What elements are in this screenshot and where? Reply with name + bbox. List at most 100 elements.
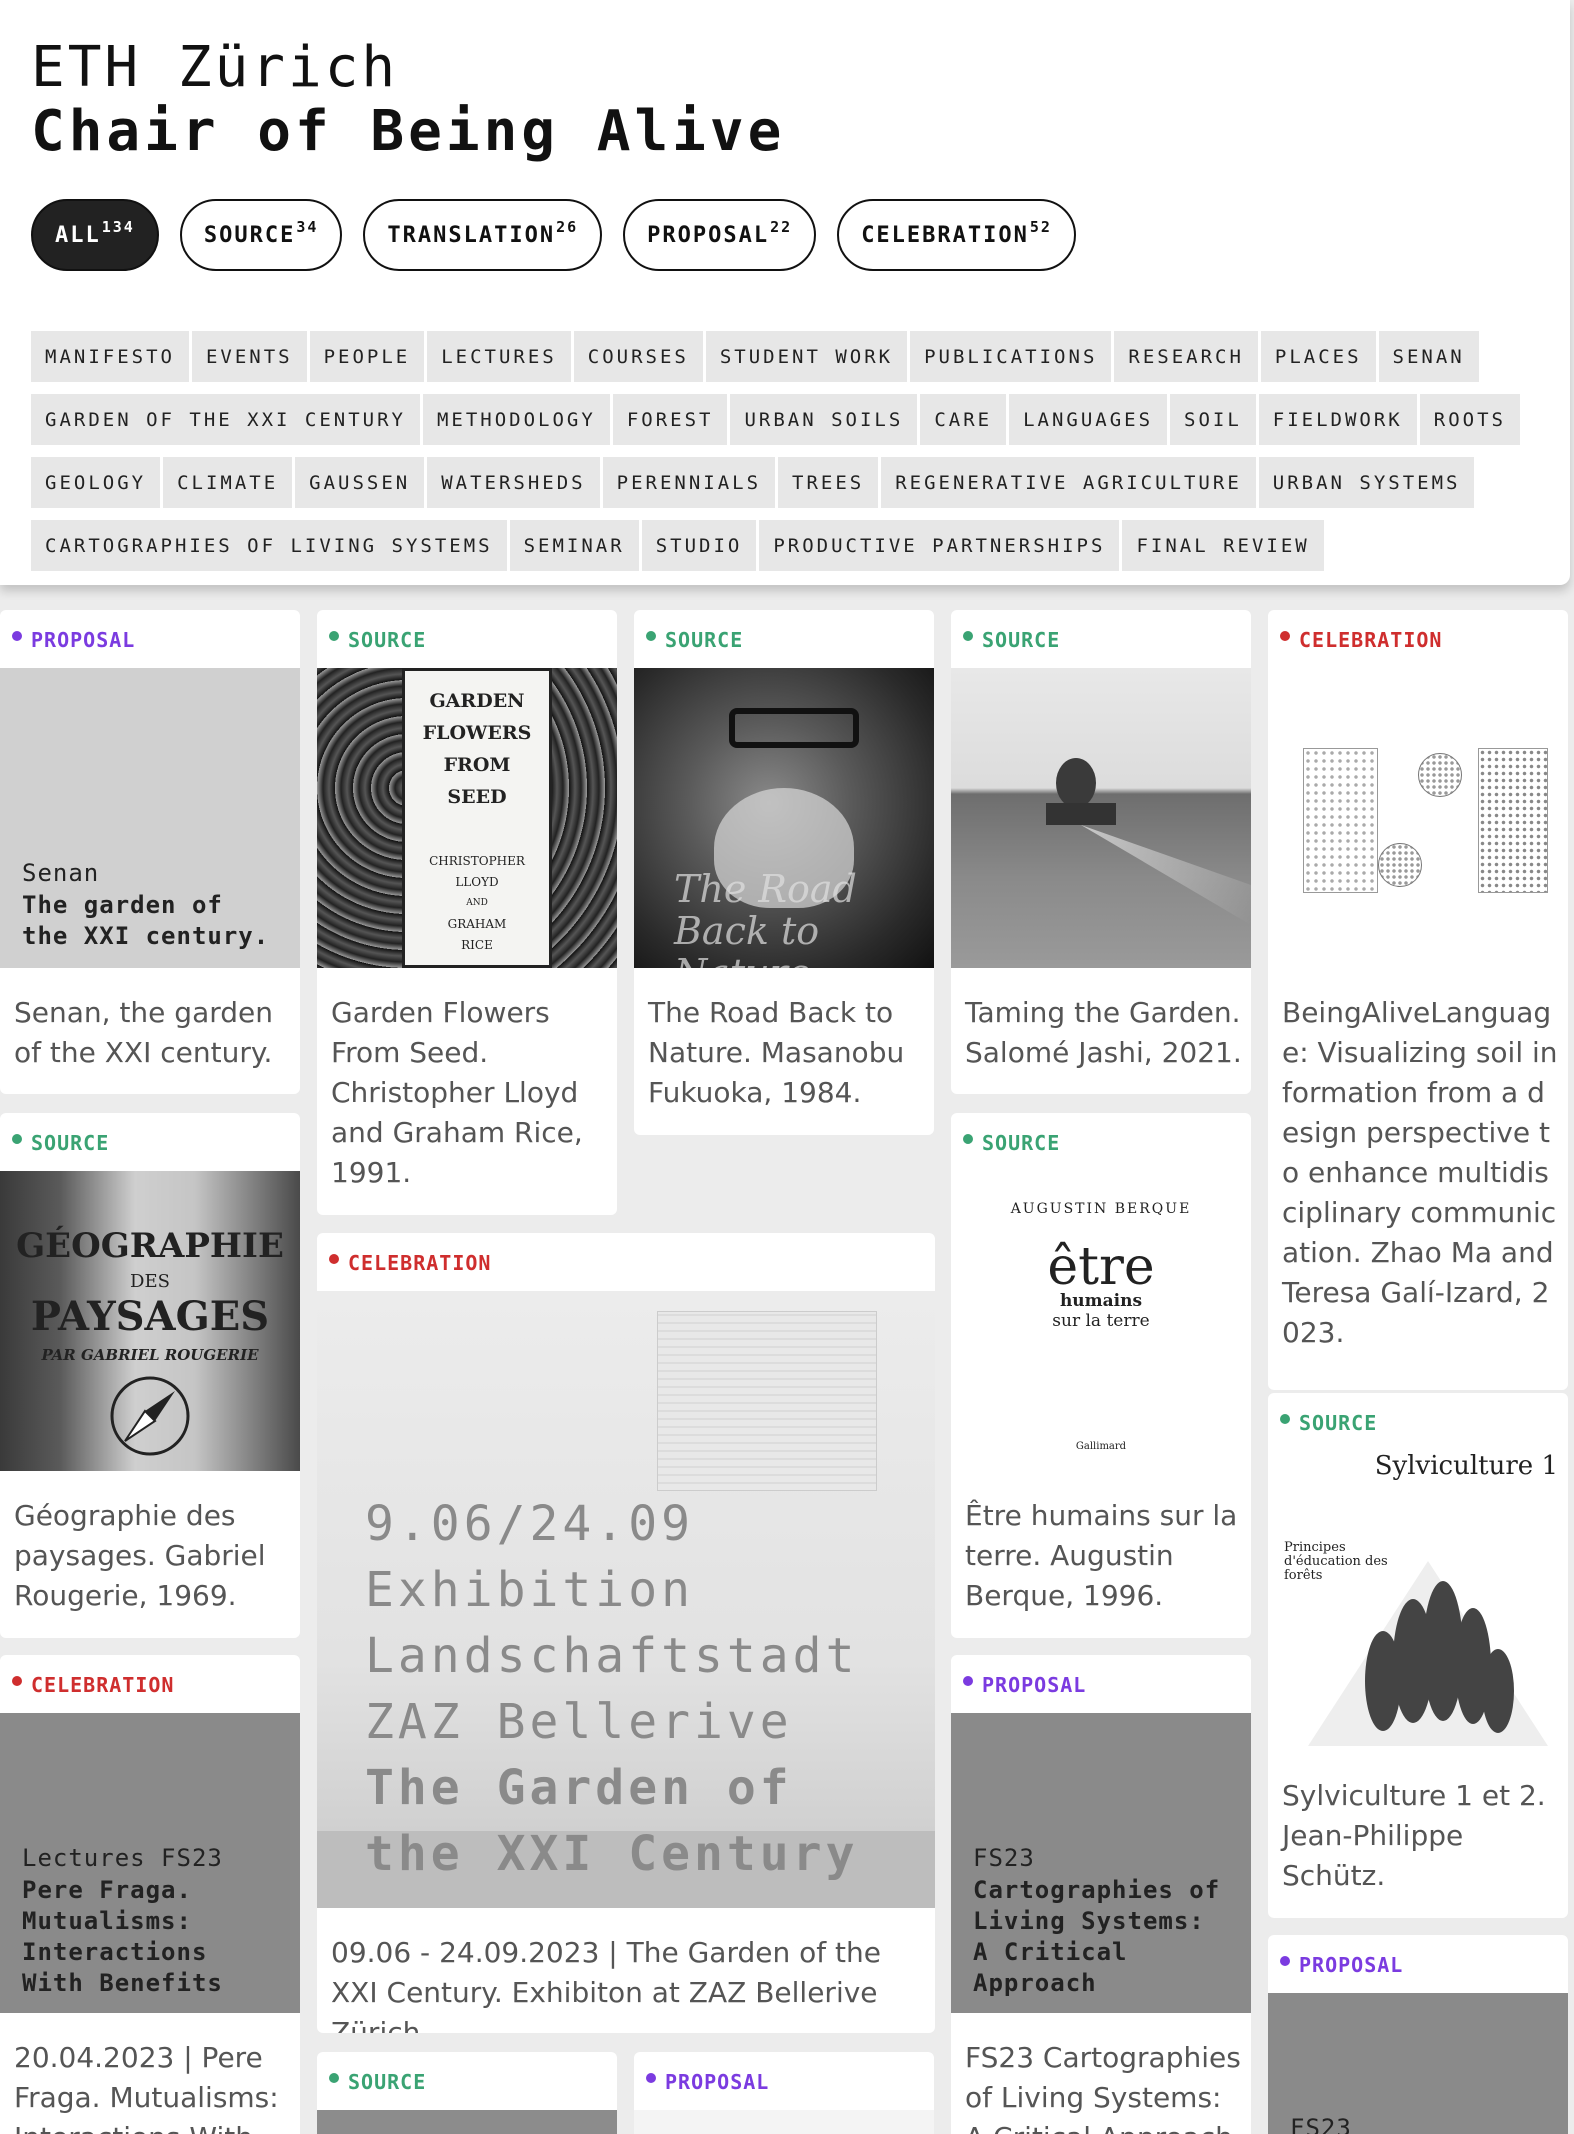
tag-trees[interactable]: TREES (778, 457, 879, 508)
tag-roots[interactable]: ROOTS (1419, 394, 1520, 445)
tag-places[interactable]: PLACES (1260, 331, 1376, 382)
tree-graphic (1056, 758, 1096, 808)
card-image (1268, 668, 1568, 968)
card-label: SOURCE (963, 1131, 1060, 1155)
tag-methodology[interactable]: METHODOLOGY (422, 394, 610, 445)
tag-cartographies-of-living-systems[interactable]: CARTOGRAPHIES OF LIVING SYSTEMS (31, 520, 507, 571)
card-label: PROPOSAL (1280, 1953, 1403, 1977)
book-author: CHRISTOPHER LLOYD AND GRAHAM RICE (405, 851, 549, 956)
filter-label: TRANSLATION (387, 222, 556, 248)
card-cartographies[interactable]: PROPOSAL FS23 Cartographies of Living Sy… (951, 1655, 1251, 2134)
tag-languages[interactable]: LANGUAGES (1009, 394, 1168, 445)
card-image: 9.06/24.09 Exhibition Landschaftstadt ZA… (317, 1291, 935, 1908)
tag-student-work[interactable]: STUDENT WORK (705, 331, 908, 382)
tag-research[interactable]: RESEARCH (1114, 331, 1258, 382)
filter-count: 26 (556, 218, 579, 236)
source-dot-icon (646, 631, 656, 641)
label-text: CELEBRATION (1299, 628, 1443, 652)
card-road-back[interactable]: SOURCE The Road Back to Nature The Road … (634, 610, 934, 1135)
card-label: PROPOSAL (646, 2070, 769, 2094)
card-sylviculture[interactable]: SOURCE Sylviculture 1 Principes d'éducat… (1268, 1393, 1568, 1918)
tag-productive-partnerships[interactable]: PRODUCTIVE PARTNERSHIPS (759, 520, 1120, 571)
image-text: Cartographies of (973, 1876, 1221, 1904)
tag-senan[interactable]: SENAN (1378, 331, 1479, 382)
filter-proposal[interactable]: PROPOSAL 22 (623, 199, 817, 271)
book-author: AUGUSTIN BERQUE (1010, 1201, 1192, 1217)
card-geographie[interactable]: SOURCE GÉOGRAPHIE DES PAYSAGES PAR GABRI… (0, 1113, 300, 1638)
image-text: Living Systems: (973, 1907, 1205, 1935)
tag-forest[interactable]: FOREST (612, 394, 728, 445)
tag-courses[interactable]: COURSES (573, 331, 703, 382)
filter-source[interactable]: SOURCE 34 (179, 199, 343, 271)
card-image: GÉOGRAPHIE DES PAYSAGES PAR GABRIEL ROUG… (0, 1171, 300, 1471)
tag-urban-systems[interactable]: URBAN SYSTEMS (1258, 457, 1475, 508)
card-senan[interactable]: PROPOSAL Senan The garden of the XXI cen… (0, 610, 300, 1094)
tag-gaussen[interactable]: GAUSSEN (295, 457, 425, 508)
card-label: PROPOSAL (12, 628, 135, 652)
wake-graphic (1081, 825, 1251, 925)
book-title-line: FLOWERS (422, 722, 532, 744)
card-image (951, 668, 1251, 968)
tag-events[interactable]: EVENTS (191, 331, 307, 382)
card-proposal-fs23[interactable]: PROPOSAL FS23 (1268, 1935, 1568, 2134)
tag-lectures[interactable]: LECTURES (427, 331, 571, 382)
card-label: CELEBRATION (12, 1673, 174, 1697)
label-text: SOURCE (348, 628, 427, 652)
book-title-line: SEED (447, 786, 507, 808)
filter-label: ALL (55, 222, 101, 248)
tag-people[interactable]: PEOPLE (309, 331, 425, 382)
tag-manifesto[interactable]: MANIFESTO (31, 331, 189, 382)
soil-diagram-graphic (1478, 748, 1548, 893)
tag-watersheds[interactable]: WATERSHEDS (427, 457, 600, 508)
card-exhibition[interactable]: CELEBRATION 9.06/24.09 Exhibition Landsc… (317, 1233, 935, 2033)
card-taming[interactable]: SOURCE Taming the Garden. Salomé Jashi, … (951, 610, 1251, 1094)
tag-regenerative-agriculture[interactable]: REGENERATIVE AGRICULTURE (881, 457, 1256, 508)
header: ETH Zürich Chair of Being Alive ALL 134 S… (0, 0, 1570, 585)
book-title: GÉOGRAPHIE (16, 1226, 284, 1266)
card-beingalive[interactable]: CELEBRATION BeingAliveLanguage: Visualiz… (1268, 610, 1568, 1390)
tag-studio[interactable]: STUDIO (641, 520, 757, 571)
filter-count: 134 (101, 218, 135, 236)
tag-publications[interactable]: PUBLICATIONS (910, 331, 1112, 382)
image-text: the XXI Century (365, 1826, 859, 1882)
site-title[interactable]: Chair of Being Alive (31, 100, 785, 164)
label-text: SOURCE (665, 628, 744, 652)
tag-garden-of-the-xxi-century[interactable]: GARDEN OF THE XXI CENTURY (31, 394, 420, 445)
label-text: PROPOSAL (31, 628, 136, 652)
tag-soil[interactable]: SOIL (1170, 394, 1256, 445)
card-label: PROPOSAL (963, 1673, 1086, 1697)
institution-title[interactable]: ETH Zürich (31, 38, 398, 98)
tag-final-review[interactable]: FINAL REVIEW (1122, 520, 1324, 571)
source-dot-icon (12, 1134, 22, 1144)
card-garden-flowers[interactable]: SOURCE GARDEN FLOWERS FROM SEED CHRISTOPHER… (317, 610, 617, 1215)
card-caption: Garden Flowers From Seed. Christopher Ll… (331, 996, 583, 1189)
filter-celebration[interactable]: CELEBRATION 52 (837, 199, 1076, 271)
card-etre[interactable]: SOURCE AUGUSTIN BERQUE être humains sur … (951, 1113, 1251, 1638)
card-pere-fraga[interactable]: CELEBRATION Lectures FS23 Pere Fraga. Mu… (0, 1655, 300, 2134)
card-label: SOURCE (1280, 1411, 1377, 1435)
card-caption: Sylviculture 1 et 2. Jean-Philippe Schüt… (1282, 1779, 1546, 1892)
card-proposal-bottom[interactable]: PROPOSAL (634, 2052, 934, 2134)
tag-fieldwork[interactable]: FIELDWORK (1258, 394, 1417, 445)
author-line: LLOYD (455, 875, 499, 889)
card-source-bottom[interactable]: SOURCE (317, 2052, 617, 2134)
card-label: SOURCE (646, 628, 743, 652)
tag-urban-soils[interactable]: URBAN SOILS (730, 394, 918, 445)
author-line: CHRISTOPHER (429, 854, 525, 868)
filter-all[interactable]: ALL 134 (31, 199, 159, 271)
filter-translation[interactable]: TRANSLATION 26 (363, 199, 603, 271)
image-text: Mutualisms: (22, 1907, 192, 1935)
tag-care[interactable]: CARE (920, 394, 1007, 445)
image-text: The garden of (22, 891, 223, 919)
card-label: CELEBRATION (1280, 628, 1442, 652)
card-image: FS23 (1268, 1993, 1568, 2134)
tag-geology[interactable]: GEOLOGY (31, 457, 161, 508)
card-image: Sylviculture 1 Principes d'éducation des… (1268, 1451, 1568, 1751)
tag-climate[interactable]: CLIMATE (163, 457, 293, 508)
tag-perennials[interactable]: PERENNIALS (602, 457, 776, 508)
image-text: the XXI century. (22, 922, 270, 950)
page: ETH Zürich Chair of Being Alive ALL 134 S… (0, 0, 1574, 2134)
card-caption: 09.06 - 24.09.2023 | The Garden of the X… (331, 1936, 881, 2033)
image-text: Exhibition (365, 1562, 694, 1618)
tag-seminar[interactable]: SEMINAR (509, 520, 639, 571)
